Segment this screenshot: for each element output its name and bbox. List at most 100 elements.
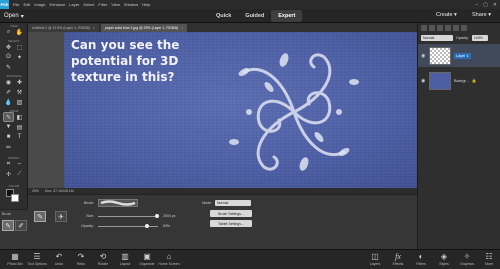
doc-tab-untitled[interactable]: Untitled-1 @ 12.5% (Layer 1, RGB/8) × — [28, 24, 99, 32]
brush-settings-button[interactable]: Brush Settings... — [210, 210, 252, 217]
bottom-label: Layout — [119, 262, 131, 266]
size-slider-handle[interactable] — [155, 214, 159, 218]
canvas-text-line: texture in this? — [71, 70, 175, 84]
gradient-tool-icon[interactable]: ▤ — [15, 123, 24, 131]
opacity-slider-handle[interactable] — [145, 224, 149, 228]
share-button[interactable]: Share ▾ — [472, 12, 491, 18]
zoom-level: 25% — [32, 189, 40, 193]
tablet-settings-button[interactable]: Tablet Settings... — [210, 220, 252, 227]
bottom-label: Graphics — [459, 262, 474, 266]
content-aware-move-icon[interactable]: ✢ — [4, 170, 13, 178]
bottom-label: Layers — [369, 262, 381, 266]
trash-icon[interactable] — [461, 25, 467, 31]
tab-quick[interactable]: Quick — [209, 10, 238, 22]
shape-tool-icon[interactable]: ■ — [4, 133, 13, 141]
layer-opacity-field[interactable]: 100% — [471, 35, 488, 41]
canvas-area[interactable]: Can you see the potential for 3D texture… — [28, 32, 437, 188]
doc-tab-paper[interactable]: paper solid blue 2.jpg @ 25% (Layer 1, R… — [100, 24, 188, 32]
brush-stroke-preview — [100, 200, 136, 206]
maximize-icon[interactable]: ▢ — [483, 2, 488, 8]
canvas-text-line: Can you see the — [71, 38, 180, 52]
layer-row-background[interactable]: ◉ Backgr... 🔒 — [418, 69, 500, 92]
open-button[interactable]: Open ▾ — [4, 11, 24, 21]
pencil-tool-icon[interactable]: ✏ — [4, 143, 13, 151]
new-layer-icon[interactable] — [421, 25, 427, 31]
menu-edit[interactable]: Edit — [23, 2, 30, 7]
eraser-tool-icon[interactable]: ◧ — [15, 113, 24, 121]
background-color-swatch[interactable] — [11, 194, 19, 202]
menu-file[interactable]: File — [13, 2, 19, 7]
quick-selection-icon[interactable]: ✎ — [4, 63, 13, 71]
layer-thumbnail — [429, 71, 451, 90]
mode-field-label: Mode: — [202, 201, 212, 205]
chevron-down-icon: ▾ — [20, 13, 24, 20]
menu-image[interactable]: Image — [34, 2, 45, 7]
menu-filter[interactable]: Filter — [98, 2, 107, 7]
eye-icon[interactable]: ◉ — [421, 53, 426, 59]
blur-tool-icon[interactable]: 💧 — [4, 98, 13, 106]
airbrush-icon[interactable]: ✈ — [55, 211, 67, 222]
close-icon[interactable]: × — [93, 26, 95, 30]
image-canvas[interactable]: Can you see the potential for 3D texture… — [64, 32, 437, 188]
tab-expert[interactable]: Expert — [271, 10, 303, 22]
marquee-tool-icon[interactable]: ⬚ — [15, 43, 24, 51]
brush-picker[interactable] — [98, 199, 138, 207]
tab-guided[interactable]: Guided — [238, 10, 271, 22]
mask-icon[interactable] — [445, 25, 451, 31]
magic-wand-icon[interactable]: ✦ — [15, 53, 24, 61]
clone-stamp-icon[interactable]: ⚒ — [15, 88, 24, 96]
minimize-icon[interactable]: – — [475, 2, 478, 8]
brush-field-label: Brush: — [83, 201, 94, 205]
recompose-tool-icon[interactable]: ⇔ — [15, 160, 24, 168]
type-tool-icon[interactable]: T — [15, 133, 24, 141]
eye-icon[interactable]: ◉ — [421, 78, 426, 84]
layer-name: Layer 1 — [454, 52, 471, 59]
opacity-slider[interactable] — [98, 226, 158, 227]
menu-enhance[interactable]: Enhance — [49, 2, 65, 7]
menu-view[interactable]: View — [111, 2, 120, 7]
bottom-label: Filters — [416, 262, 426, 266]
sponge-tool-icon[interactable]: ▨ — [15, 98, 24, 106]
brush-tool-icon[interactable]: ✎ — [3, 112, 14, 122]
adjustment-layer-icon[interactable] — [437, 25, 443, 31]
bottom-label: Rotate — [97, 262, 109, 266]
menu-layer[interactable]: Layer — [69, 2, 79, 7]
more-button[interactable]: ☷ More — [476, 252, 500, 266]
brush-tool-option-icon[interactable]: ✎ — [2, 220, 14, 231]
menu-bar: PSE File Edit Image Enhance Layer Select… — [0, 0, 500, 9]
create-button[interactable]: Create ▾ — [436, 12, 457, 18]
redo-icon: ↷ — [77, 252, 85, 261]
new-group-icon[interactable] — [429, 25, 435, 31]
layer-row-layer-1[interactable]: ◉ Layer 1 — [418, 44, 500, 67]
canvas-text-line: potential for 3D — [71, 54, 179, 68]
tool-options-bar: ✎ ✈ Brush: Size: 2000 px Opacity: 83% Mo… — [28, 194, 417, 249]
spot-healing-icon[interactable]: ✚ — [15, 78, 24, 86]
hand-tool-icon[interactable]: ✋ — [15, 28, 24, 36]
close-icon[interactable]: × — [181, 26, 183, 30]
brush-preset-icon[interactable]: ✎ — [34, 211, 46, 222]
menu-window[interactable]: Window — [124, 2, 138, 7]
graphics-icon: ✧ — [463, 252, 471, 261]
straighten-tool-icon[interactable]: ⟋ — [15, 170, 24, 178]
create-label: Create — [436, 12, 453, 18]
impressionist-brush-icon[interactable]: ✐ — [15, 220, 27, 231]
lock-icon[interactable] — [453, 25, 459, 31]
zoom-tool-icon[interactable]: ⌕ — [4, 28, 13, 36]
undo-icon: ↶ — [55, 252, 63, 261]
paint-bucket-icon[interactable]: ▼ — [4, 123, 13, 131]
blend-mode-select[interactable]: Normal — [421, 35, 453, 41]
lasso-tool-icon[interactable]: ʘ — [4, 53, 13, 61]
menu-help[interactable]: Help — [142, 2, 150, 7]
crop-tool-icon[interactable]: ⌗ — [4, 160, 13, 168]
doc-tab-label: paper solid blue 2.jpg @ 25% (Layer 1, R… — [104, 26, 179, 30]
close-icon[interactable]: ✕ — [493, 2, 497, 8]
home-screen-button[interactable]: ⌂ Home Screen — [156, 252, 182, 266]
brush-mode-select[interactable]: Normal — [215, 200, 251, 206]
menu-select[interactable]: Select — [83, 2, 94, 7]
smart-brush-icon[interactable]: ✐ — [4, 88, 13, 96]
red-eye-icon[interactable]: ◉ — [4, 78, 13, 86]
size-slider[interactable] — [98, 216, 158, 217]
bottom-label: Undo — [54, 262, 64, 266]
move-tool-icon[interactable]: ✥ — [4, 43, 13, 51]
open-label: Open — [4, 13, 19, 19]
